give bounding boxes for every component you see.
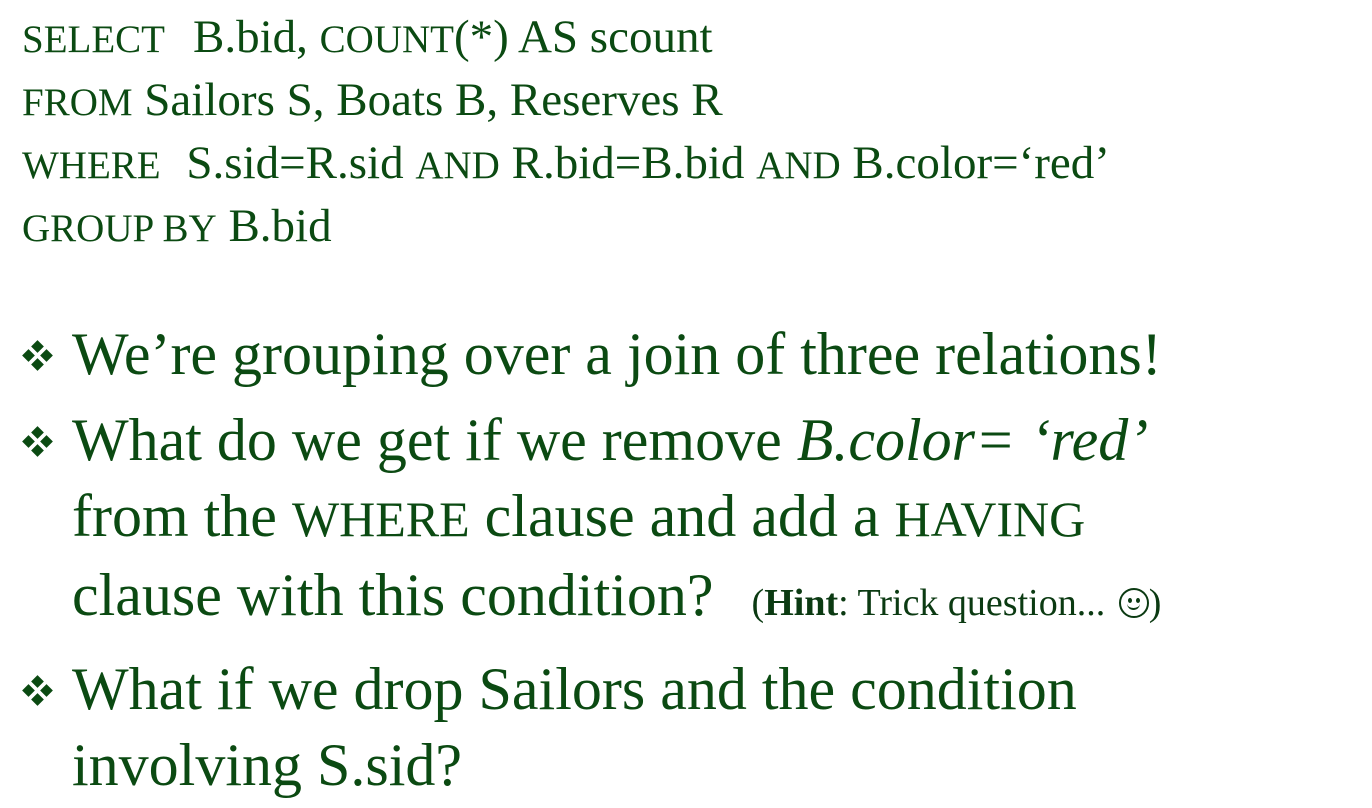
bullet-list: We’re grouping over a join of three rela… (0, 316, 1372, 803)
sql-where-condition-1: S.sid=R.sid (186, 137, 404, 189)
sql-and-keyword-2: AND (756, 144, 841, 187)
sql-from-keyword: FROM (22, 81, 133, 124)
diamond-bullet-icon (22, 675, 53, 706)
sql-select-columns: B.bid, (193, 11, 308, 63)
bullet-item-1: We’re grouping over a join of three rela… (0, 316, 1372, 392)
sql-count-rest: (*) AS scount (454, 11, 713, 63)
bullet-2-line-3-text: clause with this condition? (72, 562, 714, 628)
sql-where-keyword: WHERE (22, 144, 161, 187)
smiley-face-icon (1118, 588, 1149, 618)
sql-groupby-keyword: GROUP BY (22, 207, 217, 250)
bullet-2-line-2: from the WHERE clause and add a HAVING (72, 478, 1372, 557)
sql-where-line: WHERE S.sid=R.sid AND R.bid=B.bid AND B.… (22, 132, 1110, 195)
bullet-2-from-the: from the (72, 483, 292, 549)
sql-groupby-line: GROUP BY B.bid (22, 195, 1110, 258)
hint-label: Hint (764, 582, 839, 624)
diamond-bullet-icon (22, 340, 53, 371)
sql-from-line: FROM Sailors S, Boats B, Reserves R (22, 69, 1110, 132)
sql-where-condition-3: B.color=‘red’ (852, 137, 1110, 189)
hint-note: (Hint: Trick question... ) (752, 582, 1162, 624)
hint-open-paren: ( (751, 582, 765, 624)
sql-count-keyword: COUNT (319, 18, 455, 61)
slide: SELECT B.bid, COUNT(*) AS scount FROM Sai… (0, 0, 1372, 808)
sql-and-keyword-1: AND (415, 144, 500, 187)
sql-groupby-column: B.bid (228, 200, 332, 252)
sql-select-line: SELECT B.bid, COUNT(*) AS scount (22, 6, 1110, 69)
bullet-3-line-2: involving S.sid? (72, 732, 463, 798)
sql-query-block: SELECT B.bid, COUNT(*) AS scount FROM Sai… (22, 6, 1110, 258)
hint-text: : Trick question... (838, 582, 1115, 624)
bullet-2-where-keyword: WHERE (291, 491, 470, 547)
bullet-2-line-3: clause with this condition? (Hint: Trick … (72, 557, 1372, 641)
bullet-2-text-start: What do we get if we remove (72, 407, 797, 473)
sql-where-condition-2: R.bid=B.bid (511, 137, 745, 189)
bullet-2-having-keyword: HAVING (894, 491, 1086, 547)
bullet-3-line-1: What if we drop Sailors and the conditio… (72, 656, 1077, 722)
bullet-2-line-1: What do we get if we remove B.color= ‘re… (72, 402, 1372, 478)
bullet-item-2: What do we get if we remove B.color= ‘re… (0, 402, 1372, 641)
bullet-1-text: We’re grouping over a join of three rela… (72, 321, 1162, 387)
diamond-bullet-icon (22, 426, 53, 457)
bullet-item-3: What if we drop Sailors and the conditio… (0, 651, 1372, 803)
sql-select-keyword: SELECT (22, 18, 165, 61)
sql-from-tables: Sailors S, Boats B, Reserves R (144, 74, 723, 126)
hint-close-paren: ) (1148, 582, 1162, 624)
bullet-2-clause-add: clause and add a (469, 483, 895, 549)
bullet-2-italic-condition: B.color= ‘red’ (796, 407, 1149, 473)
